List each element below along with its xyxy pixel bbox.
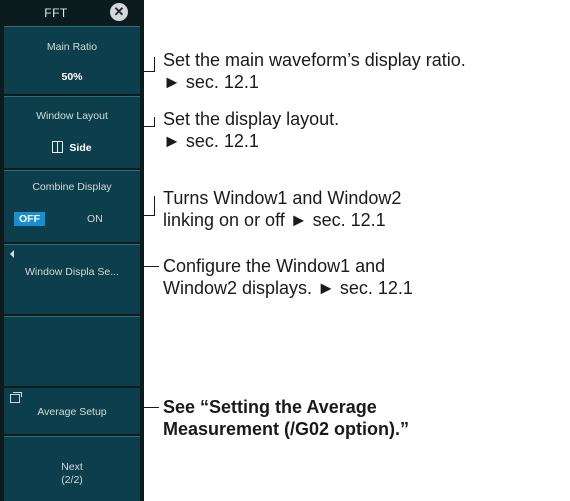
note-window-display: Configure the Window1 and Window2 displa… xyxy=(163,255,413,299)
note-line: Set the main waveform’s display ratio. xyxy=(163,50,466,70)
leader-line xyxy=(144,215,154,216)
dialog-icon xyxy=(10,392,22,403)
note-line: Measurement (/G02 option).” xyxy=(163,419,410,439)
note-average-setup: See “Setting the Average Measurement (/G… xyxy=(163,396,409,440)
main-ratio-value: 50% xyxy=(61,71,83,83)
combine-off-option[interactable]: OFF xyxy=(14,212,45,226)
window-layout-button[interactable]: Window Layout Side xyxy=(4,96,140,168)
leader-line xyxy=(144,266,159,267)
note-line: See “Setting the Average xyxy=(163,397,377,417)
empty-softkey xyxy=(4,316,140,386)
next-page-indicator: (2/2) xyxy=(61,474,83,486)
leader-line xyxy=(154,57,155,72)
note-line: Turns Window1 and Window2 xyxy=(163,188,402,208)
leader-line xyxy=(144,126,154,127)
leader-line xyxy=(154,196,155,216)
close-icon[interactable]: ✕ xyxy=(110,3,128,21)
main-ratio-button[interactable]: Main Ratio 50% xyxy=(4,26,140,94)
note-line: Configure the Window1 and xyxy=(163,256,386,276)
average-setup-label: Average Setup xyxy=(37,406,107,418)
window-layout-label: Window Layout xyxy=(36,110,108,122)
combine-display-control[interactable]: Combine Display OFF ON xyxy=(4,170,140,242)
window-layout-value-wrap: Side xyxy=(4,141,140,154)
note-line: ► sec. 12.1 xyxy=(163,131,259,151)
side-layout-icon xyxy=(52,141,64,153)
note-main-ratio: Set the main waveform’s display ratio. ►… xyxy=(163,49,466,93)
note-window-layout: Set the display layout. ► sec. 12.1 xyxy=(163,108,339,152)
leader-line xyxy=(144,71,154,72)
submenu-arrow-icon xyxy=(10,250,14,258)
menu-header: FFT ✕ xyxy=(0,0,144,24)
window-layout-value: Side xyxy=(69,142,92,154)
leader-line xyxy=(144,407,159,408)
combine-on-option[interactable]: ON xyxy=(87,213,103,225)
fft-menu-panel: FFT ✕ Main Ratio 50% Window Layout Side … xyxy=(0,0,144,501)
note-line: Set the display layout. xyxy=(163,109,340,129)
leader-line xyxy=(154,117,155,127)
combine-display-label: Combine Display xyxy=(32,181,112,193)
window-display-setup-button[interactable]: Window Displa Se... xyxy=(4,244,140,314)
window-display-label: Window Displa Se... xyxy=(25,266,119,278)
next-page-button[interactable]: Next (2/2) xyxy=(4,436,140,501)
menu-title: FFT xyxy=(44,6,68,20)
note-line: linking on or off ► sec. 12.1 xyxy=(163,210,386,230)
note-line: Window2 displays. ► sec. 12.1 xyxy=(163,278,413,298)
note-line: ► sec. 12.1 xyxy=(163,72,259,92)
main-ratio-label: Main Ratio xyxy=(46,41,98,53)
note-combine-display: Turns Window1 and Window2 linking on or … xyxy=(163,187,401,231)
next-label: Next xyxy=(61,461,83,473)
average-setup-button[interactable]: Average Setup xyxy=(4,388,140,434)
